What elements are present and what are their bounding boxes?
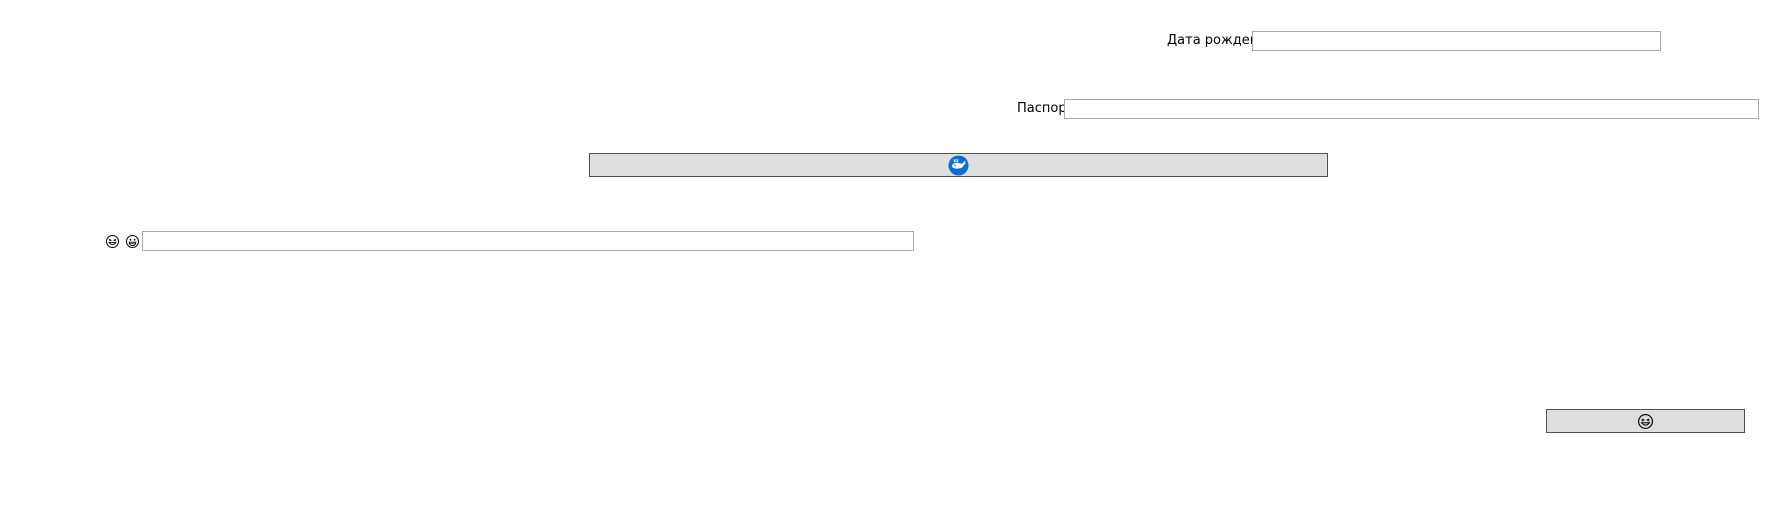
- blue-whale-icon: [948, 155, 969, 176]
- emoji-row-input[interactable]: [142, 231, 914, 251]
- passport-input[interactable]: [1064, 99, 1759, 119]
- smiley-button[interactable]: [1546, 409, 1745, 433]
- grinning-squint-face-icon: [106, 235, 119, 248]
- grinning-face-icon: [126, 235, 139, 248]
- grinning-squint-face-icon: [1638, 413, 1653, 429]
- birth-date-input[interactable]: [1252, 31, 1661, 51]
- whale-button[interactable]: [589, 153, 1328, 177]
